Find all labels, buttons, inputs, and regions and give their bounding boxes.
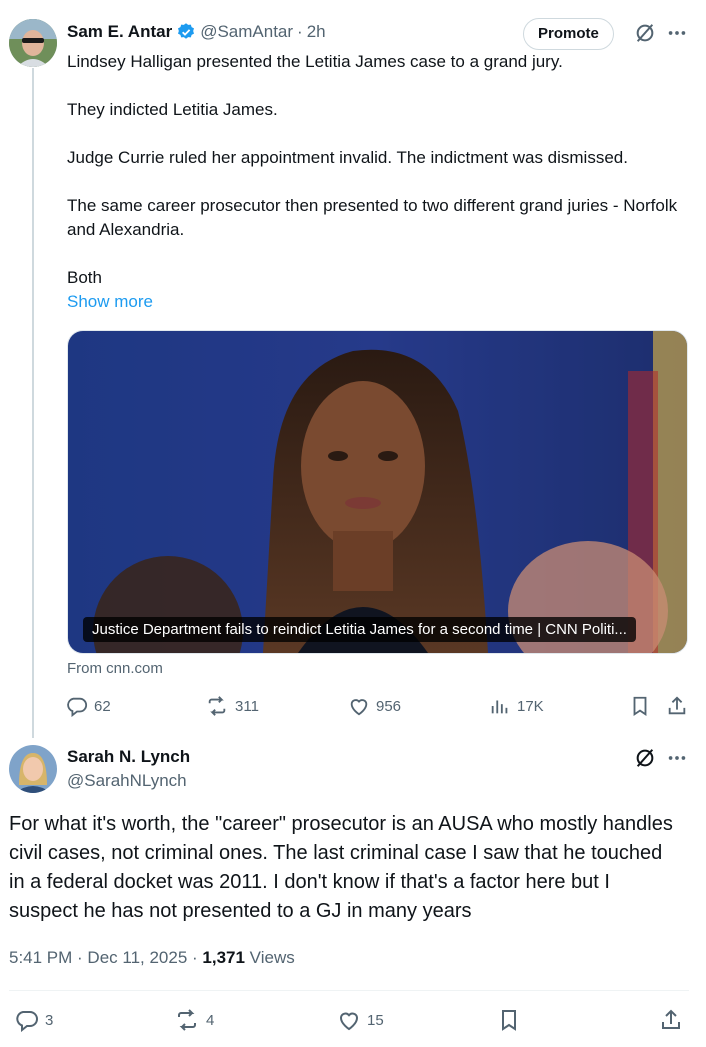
link-card-image[interactable] xyxy=(67,330,688,654)
reply-icon xyxy=(66,695,88,717)
repost-count: 311 xyxy=(235,697,259,715)
author-name[interactable]: Sarah N. Lynch xyxy=(67,746,190,768)
tweet-paragraph: The same career prosecutor then presente… xyxy=(67,196,678,239)
tweet-paragraph: Both xyxy=(67,268,102,287)
reply-count: 62 xyxy=(94,697,111,715)
avatar[interactable] xyxy=(9,19,57,67)
repost-icon xyxy=(205,695,229,717)
views-icon xyxy=(489,695,511,717)
divider xyxy=(9,990,689,991)
views-total: 1,371 xyxy=(202,948,245,967)
like-button[interactable]: 956 xyxy=(348,695,401,717)
promote-button[interactable]: Promote xyxy=(523,18,614,50)
link-card-title[interactable]: Justice Department fails to reindict Let… xyxy=(83,617,636,642)
reply-button[interactable]: 62 xyxy=(66,695,111,717)
avatar[interactable] xyxy=(9,745,57,793)
like-icon xyxy=(337,1008,361,1032)
tweet-paragraph: Judge Currie ruled her appointment inval… xyxy=(67,148,628,167)
verified-badge-icon xyxy=(176,22,196,42)
bookmark-icon[interactable] xyxy=(629,695,651,717)
reply-button[interactable]: 3 xyxy=(15,1008,53,1032)
show-more-link[interactable]: Show more xyxy=(67,290,153,314)
author-handle[interactable]: @SamAntar xyxy=(200,22,293,42)
grok-icon[interactable] xyxy=(634,747,656,769)
share-icon[interactable] xyxy=(666,695,688,717)
repost-count: 4 xyxy=(206,1011,215,1029)
tweet-paragraph: They indicted Letitia James. xyxy=(67,100,278,119)
dot-separator: · xyxy=(297,22,303,41)
share-icon[interactable] xyxy=(659,1008,683,1032)
like-count: 956 xyxy=(376,697,402,715)
repost-button[interactable]: 4 xyxy=(174,1008,214,1032)
like-count: 15 xyxy=(367,1011,384,1029)
views-button[interactable]: 17K xyxy=(489,695,544,717)
reply-icon xyxy=(15,1008,39,1032)
views-label: Views xyxy=(244,948,295,967)
bookmark-icon[interactable] xyxy=(497,1008,521,1032)
reply-count: 3 xyxy=(45,1011,54,1029)
more-icon[interactable] xyxy=(666,747,688,769)
tweet-timestamp: 5:41 PM · Dec 11, 2025 · 1,371 Views xyxy=(9,946,295,970)
author-name[interactable]: Sam E. Antar xyxy=(67,22,172,42)
thread-line xyxy=(32,68,34,738)
repost-icon xyxy=(174,1008,200,1032)
timestamp-text[interactable]: 5:41 PM · Dec 11, 2025 · xyxy=(9,948,202,967)
author-handle[interactable]: @SarahNLynch xyxy=(67,770,187,792)
like-button[interactable]: 15 xyxy=(337,1008,384,1032)
tweet-time[interactable]: 2h xyxy=(307,22,326,42)
views-count: 17K xyxy=(517,697,544,715)
tweet-paragraph: Lindsey Halligan presented the Letitia J… xyxy=(67,52,563,71)
reply-text: For what it's worth, the "career" prosec… xyxy=(9,813,673,922)
grok-icon[interactable] xyxy=(634,22,656,44)
repost-button[interactable]: 311 xyxy=(205,695,259,717)
link-card-source[interactable]: From cnn.com xyxy=(67,660,163,677)
like-icon xyxy=(348,695,370,717)
more-icon[interactable] xyxy=(666,22,688,44)
